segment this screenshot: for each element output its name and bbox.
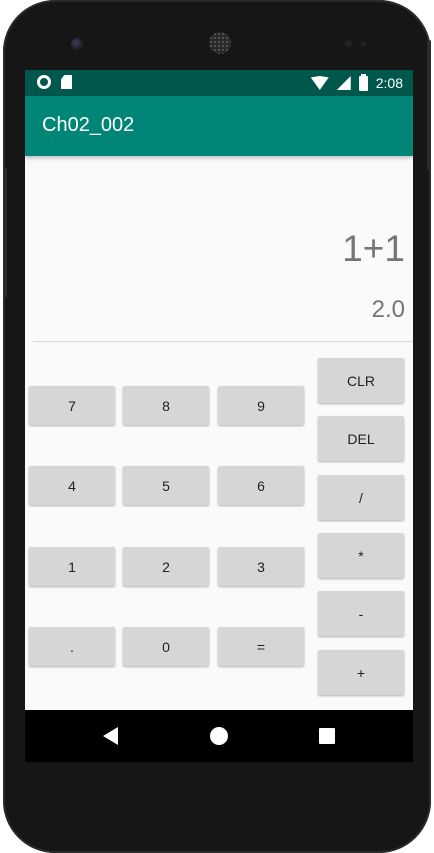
key-decimal[interactable]: . — [29, 627, 115, 666]
back-icon[interactable] — [103, 727, 118, 745]
key-8[interactable]: 8 — [123, 386, 209, 425]
volume-button — [3, 168, 7, 298]
light-sensor — [361, 41, 366, 46]
multiply-button[interactable]: * — [318, 533, 404, 578]
screen: 2:08 Ch02_002 1+1 2.0 7 8 9 4 5 6 1 2 3 … — [25, 70, 413, 762]
sd-card-icon — [61, 75, 72, 89]
battery-icon — [358, 73, 368, 91]
key-9[interactable]: 9 — [218, 386, 304, 425]
key-5[interactable]: 5 — [123, 466, 209, 505]
subtract-button[interactable]: - — [318, 591, 404, 636]
navigation-bar — [25, 710, 413, 762]
earpiece-speaker — [209, 32, 231, 54]
cell-signal-icon — [336, 76, 351, 90]
status-time: 2:08 — [375, 75, 403, 91]
home-icon[interactable] — [210, 727, 228, 745]
result-display: 2.0 — [371, 296, 405, 323]
circle-notification-icon — [37, 75, 51, 89]
status-bar: 2:08 — [25, 70, 413, 96]
add-button[interactable]: + — [318, 650, 404, 695]
clear-button[interactable]: CLR — [318, 358, 404, 403]
key-equals[interactable]: = — [218, 627, 304, 666]
key-1[interactable]: 1 — [29, 547, 115, 586]
key-4[interactable]: 4 — [29, 466, 115, 505]
app-title: Ch02_002 — [42, 114, 135, 136]
delete-button[interactable]: DEL — [318, 416, 404, 461]
expression-display: 1+1 — [342, 228, 405, 269]
phone-frame: 2:08 Ch02_002 1+1 2.0 7 8 9 4 5 6 1 2 3 … — [3, 0, 431, 853]
key-3[interactable]: 3 — [218, 547, 304, 586]
recents-icon[interactable] — [319, 728, 335, 744]
front-camera — [71, 38, 83, 50]
key-6[interactable]: 6 — [218, 466, 304, 505]
key-7[interactable]: 7 — [29, 386, 115, 425]
key-0[interactable]: 0 — [123, 627, 209, 666]
app-bar: Ch02_002 — [25, 96, 413, 156]
proximity-sensor — [345, 40, 352, 47]
key-2[interactable]: 2 — [123, 547, 209, 586]
wifi-icon — [310, 76, 329, 90]
power-button — [427, 40, 431, 170]
display-divider — [33, 341, 413, 342]
divide-button[interactable]: / — [318, 475, 404, 520]
